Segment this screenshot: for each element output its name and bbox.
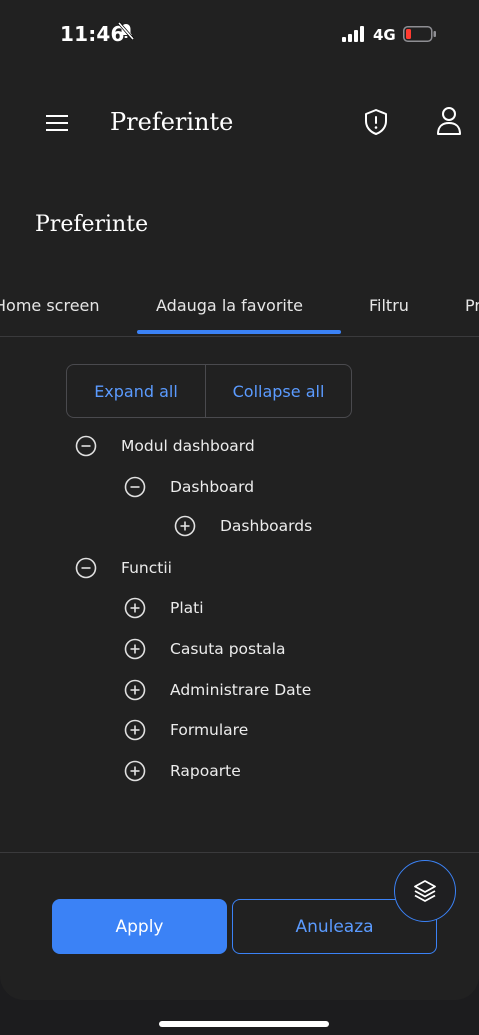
tree-node-label: Modul dashboard: [121, 437, 255, 455]
tab-bar: Home screen Adauga la favorite Filtru Pr: [0, 282, 479, 337]
shield-alert-icon[interactable]: [363, 108, 389, 136]
home-indicator: [159, 1021, 329, 1027]
hamburger-icon[interactable]: [46, 114, 68, 132]
apply-button[interactable]: Apply: [52, 899, 227, 954]
tab-more[interactable]: Pr: [465, 296, 479, 315]
app-bar-title: Preferinte: [110, 108, 234, 136]
tree-node-label: Casuta postala: [170, 640, 286, 658]
expand-collapse-group: Expand all Collapse all: [66, 364, 352, 418]
tab-filter[interactable]: Filtru: [369, 296, 409, 315]
network-type: 4G: [373, 26, 396, 44]
tab-home-screen[interactable]: Home screen: [0, 296, 100, 315]
tab-add-favorites[interactable]: Adauga la favorite: [156, 296, 303, 315]
plus-circle-icon[interactable]: [124, 638, 146, 660]
battery-icon: [403, 26, 436, 42]
status-bar: 11:46 4G: [0, 0, 479, 80]
tree-node-functii[interactable]: Functii: [75, 554, 172, 582]
user-icon[interactable]: [436, 106, 462, 136]
tree-node-label: Functii: [121, 559, 172, 577]
minus-circle-icon[interactable]: [124, 476, 146, 498]
tree-node-administrare-date[interactable]: Administrare Date: [124, 676, 311, 704]
app-bar: Preferinte: [0, 88, 479, 160]
tree-node-plati[interactable]: Plati: [124, 594, 204, 622]
minus-circle-icon[interactable]: [75, 435, 97, 457]
plus-circle-icon[interactable]: [124, 597, 146, 619]
tree-node-label: Rapoarte: [170, 762, 241, 780]
tree-node-dashboard[interactable]: Dashboard: [124, 473, 254, 501]
signal-icon: [342, 26, 364, 42]
tree-node-rapoarte[interactable]: Rapoarte: [124, 757, 241, 785]
app-screen: 11:46 4G Preferinte Preferinte Home scre…: [0, 0, 479, 1000]
tree-node-label: Dashboard: [170, 478, 255, 496]
tree-node-modul-dashboard[interactable]: Modul dashboard: [75, 432, 255, 460]
tree-node-dashboards[interactable]: Dashboards: [174, 512, 312, 540]
tree-node-label: Administrare Date: [170, 681, 312, 699]
tree-node-casuta-postala[interactable]: Casuta postala: [124, 635, 286, 663]
layers-fab-button[interactable]: [394, 860, 456, 922]
plus-circle-icon[interactable]: [174, 515, 196, 537]
tree-node-label: Plati: [170, 599, 204, 617]
expand-all-button[interactable]: Expand all: [67, 365, 206, 417]
plus-circle-icon[interactable]: [124, 719, 146, 741]
tree-node-label: Dashboards: [220, 517, 313, 535]
tree-node-formulare[interactable]: Formulare: [124, 716, 248, 744]
plus-circle-icon[interactable]: [124, 679, 146, 701]
layers-icon: [414, 880, 436, 902]
bell-slash-icon: [118, 22, 134, 40]
tree-node-label: Formulare: [170, 721, 249, 739]
active-tab-indicator: [137, 330, 341, 334]
footer-divider: [0, 852, 479, 853]
status-time: 11:46: [60, 22, 125, 46]
collapse-all-button[interactable]: Collapse all: [206, 365, 351, 417]
page-title: Preferinte: [35, 212, 149, 237]
minus-circle-icon[interactable]: [75, 557, 97, 579]
plus-circle-icon[interactable]: [124, 760, 146, 782]
